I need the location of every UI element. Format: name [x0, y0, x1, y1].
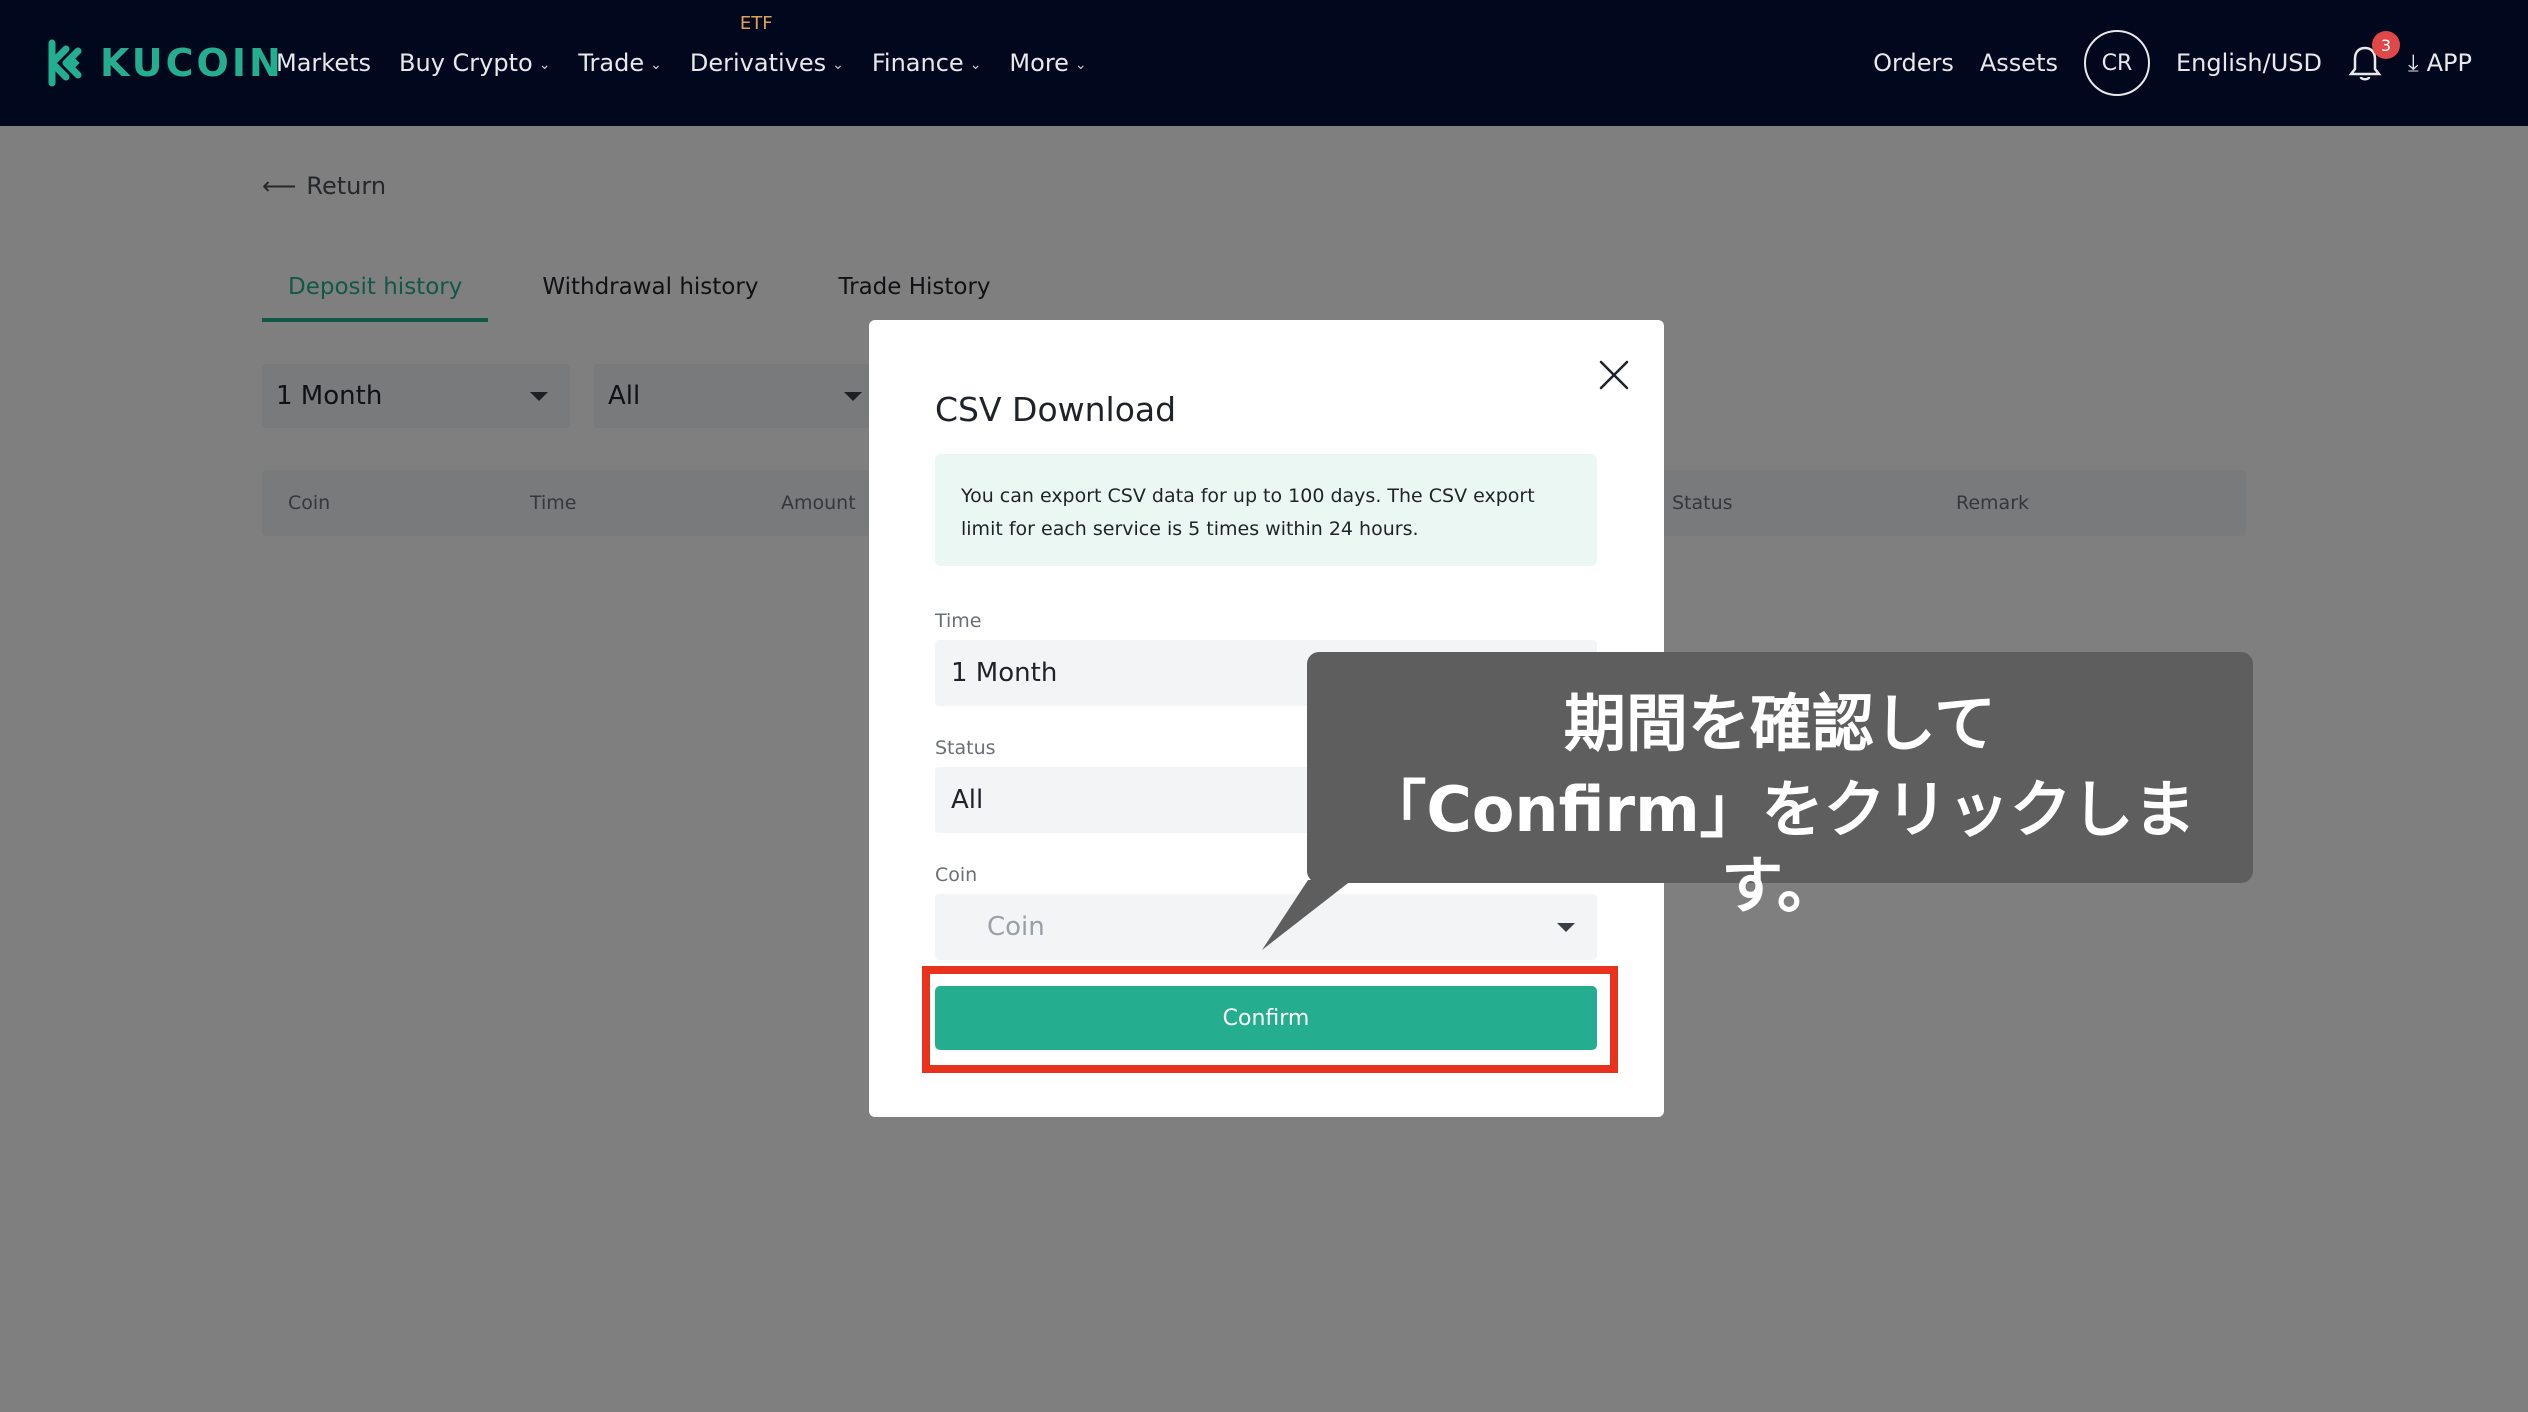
avatar-initials: CR	[2101, 50, 2133, 76]
notification-bell[interactable]: 3	[2348, 31, 2401, 83]
confirm-highlight-box	[922, 966, 1618, 1073]
notification-badge: 3	[2372, 31, 2401, 59]
chevron-down-icon: ⌄	[538, 57, 551, 73]
time-select-value: 1 Month	[951, 658, 1058, 688]
callout-line-1: 期間を確認して	[1563, 687, 1997, 760]
download-icon: ⤓	[2408, 49, 2419, 77]
time-label: Time	[935, 610, 982, 632]
export-notice: You can export CSV data for up to 100 da…	[935, 454, 1597, 566]
nav-trade[interactable]: Trade ⌄	[578, 49, 661, 77]
avatar[interactable]: CR	[2083, 30, 2150, 96]
logo-text: KUCOIN	[100, 41, 284, 85]
language-selector[interactable]: English/USD	[2176, 49, 2322, 77]
close-icon[interactable]	[1597, 358, 1631, 392]
coin-label: Coin	[935, 864, 978, 886]
callout-line-2: 「Confirm」をクリックします。	[1364, 773, 2196, 922]
instruction-callout: 期間を確認して 「Confirm」をクリックします。	[1307, 652, 2253, 922]
nav-finance-label: Finance	[871, 49, 964, 77]
main-nav: Markets Buy Crypto ⌄ Trade ⌄ ETF Derivat…	[276, 0, 1115, 126]
top-navbar: KUCOIN Markets Buy Crypto ⌄ Trade ⌄ ETF …	[0, 0, 2528, 126]
status-label: Status	[935, 737, 996, 759]
status-select-value: All	[951, 785, 984, 815]
coin-select-placeholder: Coin	[987, 912, 1045, 942]
nav-derivatives[interactable]: ETF Derivatives ⌄	[689, 13, 844, 77]
chevron-down-icon: ⌄	[1074, 57, 1087, 73]
header-actions: Orders Assets CR English/USD 3 ⤓ APP	[1873, 0, 2472, 126]
app-label: APP	[2426, 49, 2472, 77]
nav-more-label: More	[1009, 49, 1069, 77]
nav-finance[interactable]: Finance ⌄	[872, 49, 982, 77]
chevron-down-icon: ⌄	[650, 57, 662, 73]
orders-link[interactable]: Orders	[1873, 49, 1954, 77]
assets-link[interactable]: Assets	[1980, 49, 2058, 77]
nav-more[interactable]: More ⌄	[1009, 49, 1086, 77]
app-download-link[interactable]: ⤓ APP	[2408, 49, 2472, 77]
kucoin-logo[interactable]: KUCOIN	[44, 38, 284, 88]
chevron-down-icon: ⌄	[969, 57, 982, 73]
nav-derivatives-label: Derivatives	[689, 49, 827, 77]
nav-markets-label: Markets	[276, 49, 372, 77]
nav-trade-label: Trade	[578, 49, 645, 77]
nav-buy-crypto-label: Buy Crypto	[399, 49, 533, 77]
modal-title: CSV Download	[935, 390, 1177, 429]
nav-buy-crypto[interactable]: Buy Crypto ⌄	[399, 49, 550, 77]
kucoin-logo-icon	[48, 39, 82, 87]
chevron-down-icon: ⌄	[832, 57, 844, 73]
nav-markets[interactable]: Markets	[276, 49, 371, 77]
etf-tag: ETF	[739, 13, 773, 34]
